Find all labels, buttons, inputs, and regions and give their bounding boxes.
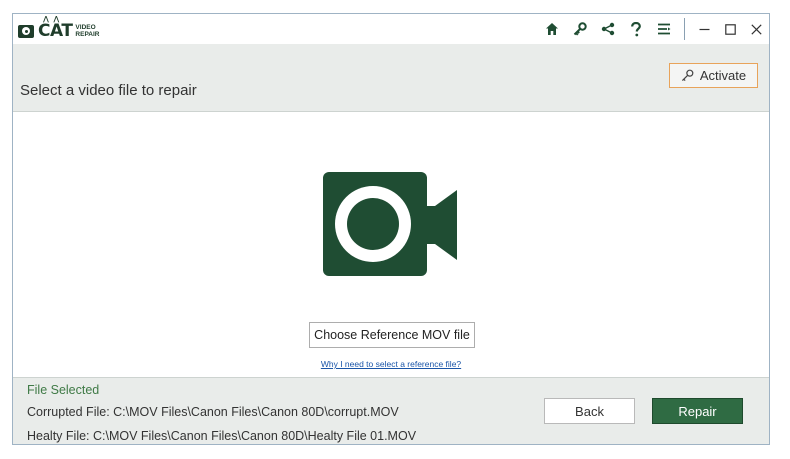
- minimize-icon[interactable]: [691, 14, 717, 44]
- logo-text: CAT: [38, 21, 73, 41]
- key-icon: [681, 69, 694, 82]
- activate-label: Activate: [699, 68, 747, 83]
- logo-camera-icon: [18, 24, 34, 38]
- main-area: Choose Reference MOV file Why I need to …: [13, 112, 769, 377]
- toolbar-separator: [684, 18, 685, 40]
- choose-reference-button[interactable]: Choose Reference MOV file: [309, 322, 475, 348]
- page-title: Select a video file to repair: [20, 82, 197, 99]
- title-bar: ⋀ ⋀ CAT VIDEO REPAIR: [13, 14, 769, 44]
- reference-help-link[interactable]: Why I need to select a reference file?: [13, 359, 769, 369]
- maximize-icon[interactable]: [717, 14, 743, 44]
- corrupted-file-path: Corrupted File: C:\MOV Files\Canon Files…: [27, 405, 399, 419]
- key-icon[interactable]: [566, 14, 594, 44]
- activate-button[interactable]: Activate: [669, 63, 758, 88]
- back-label: Back: [575, 403, 604, 419]
- healthy-file-path: Healty File: C:\MOV Files\Canon Files\Ca…: [27, 429, 417, 443]
- close-icon[interactable]: [743, 14, 769, 44]
- help-icon[interactable]: [622, 14, 650, 44]
- toolbar-icons: [538, 14, 769, 44]
- choose-reference-label: Choose Reference MOV file: [314, 328, 470, 342]
- logo-sub-repair: REPAIR: [75, 31, 100, 38]
- menu-icon[interactable]: [650, 14, 678, 44]
- app-window: ⋀ ⋀ CAT VIDEO REPAIR Select a video file…: [12, 13, 770, 445]
- share-icon[interactable]: [594, 14, 622, 44]
- footer-panel: File Selected Corrupted File: C:\MOV Fil…: [13, 377, 769, 444]
- back-button[interactable]: Back: [544, 398, 635, 424]
- logo-cat-ears: ⋀ ⋀: [43, 15, 61, 23]
- header-band: Select a video file to repair Activate: [13, 44, 769, 112]
- app-logo: ⋀ ⋀ CAT VIDEO REPAIR: [18, 15, 100, 42]
- repair-label: Repair: [678, 403, 717, 419]
- repair-button[interactable]: Repair: [652, 398, 743, 424]
- video-camera-icon: [323, 172, 457, 276]
- home-icon[interactable]: [538, 14, 566, 44]
- file-selected-label: File Selected: [27, 383, 100, 397]
- logo-sub-video: VIDEO: [75, 24, 96, 31]
